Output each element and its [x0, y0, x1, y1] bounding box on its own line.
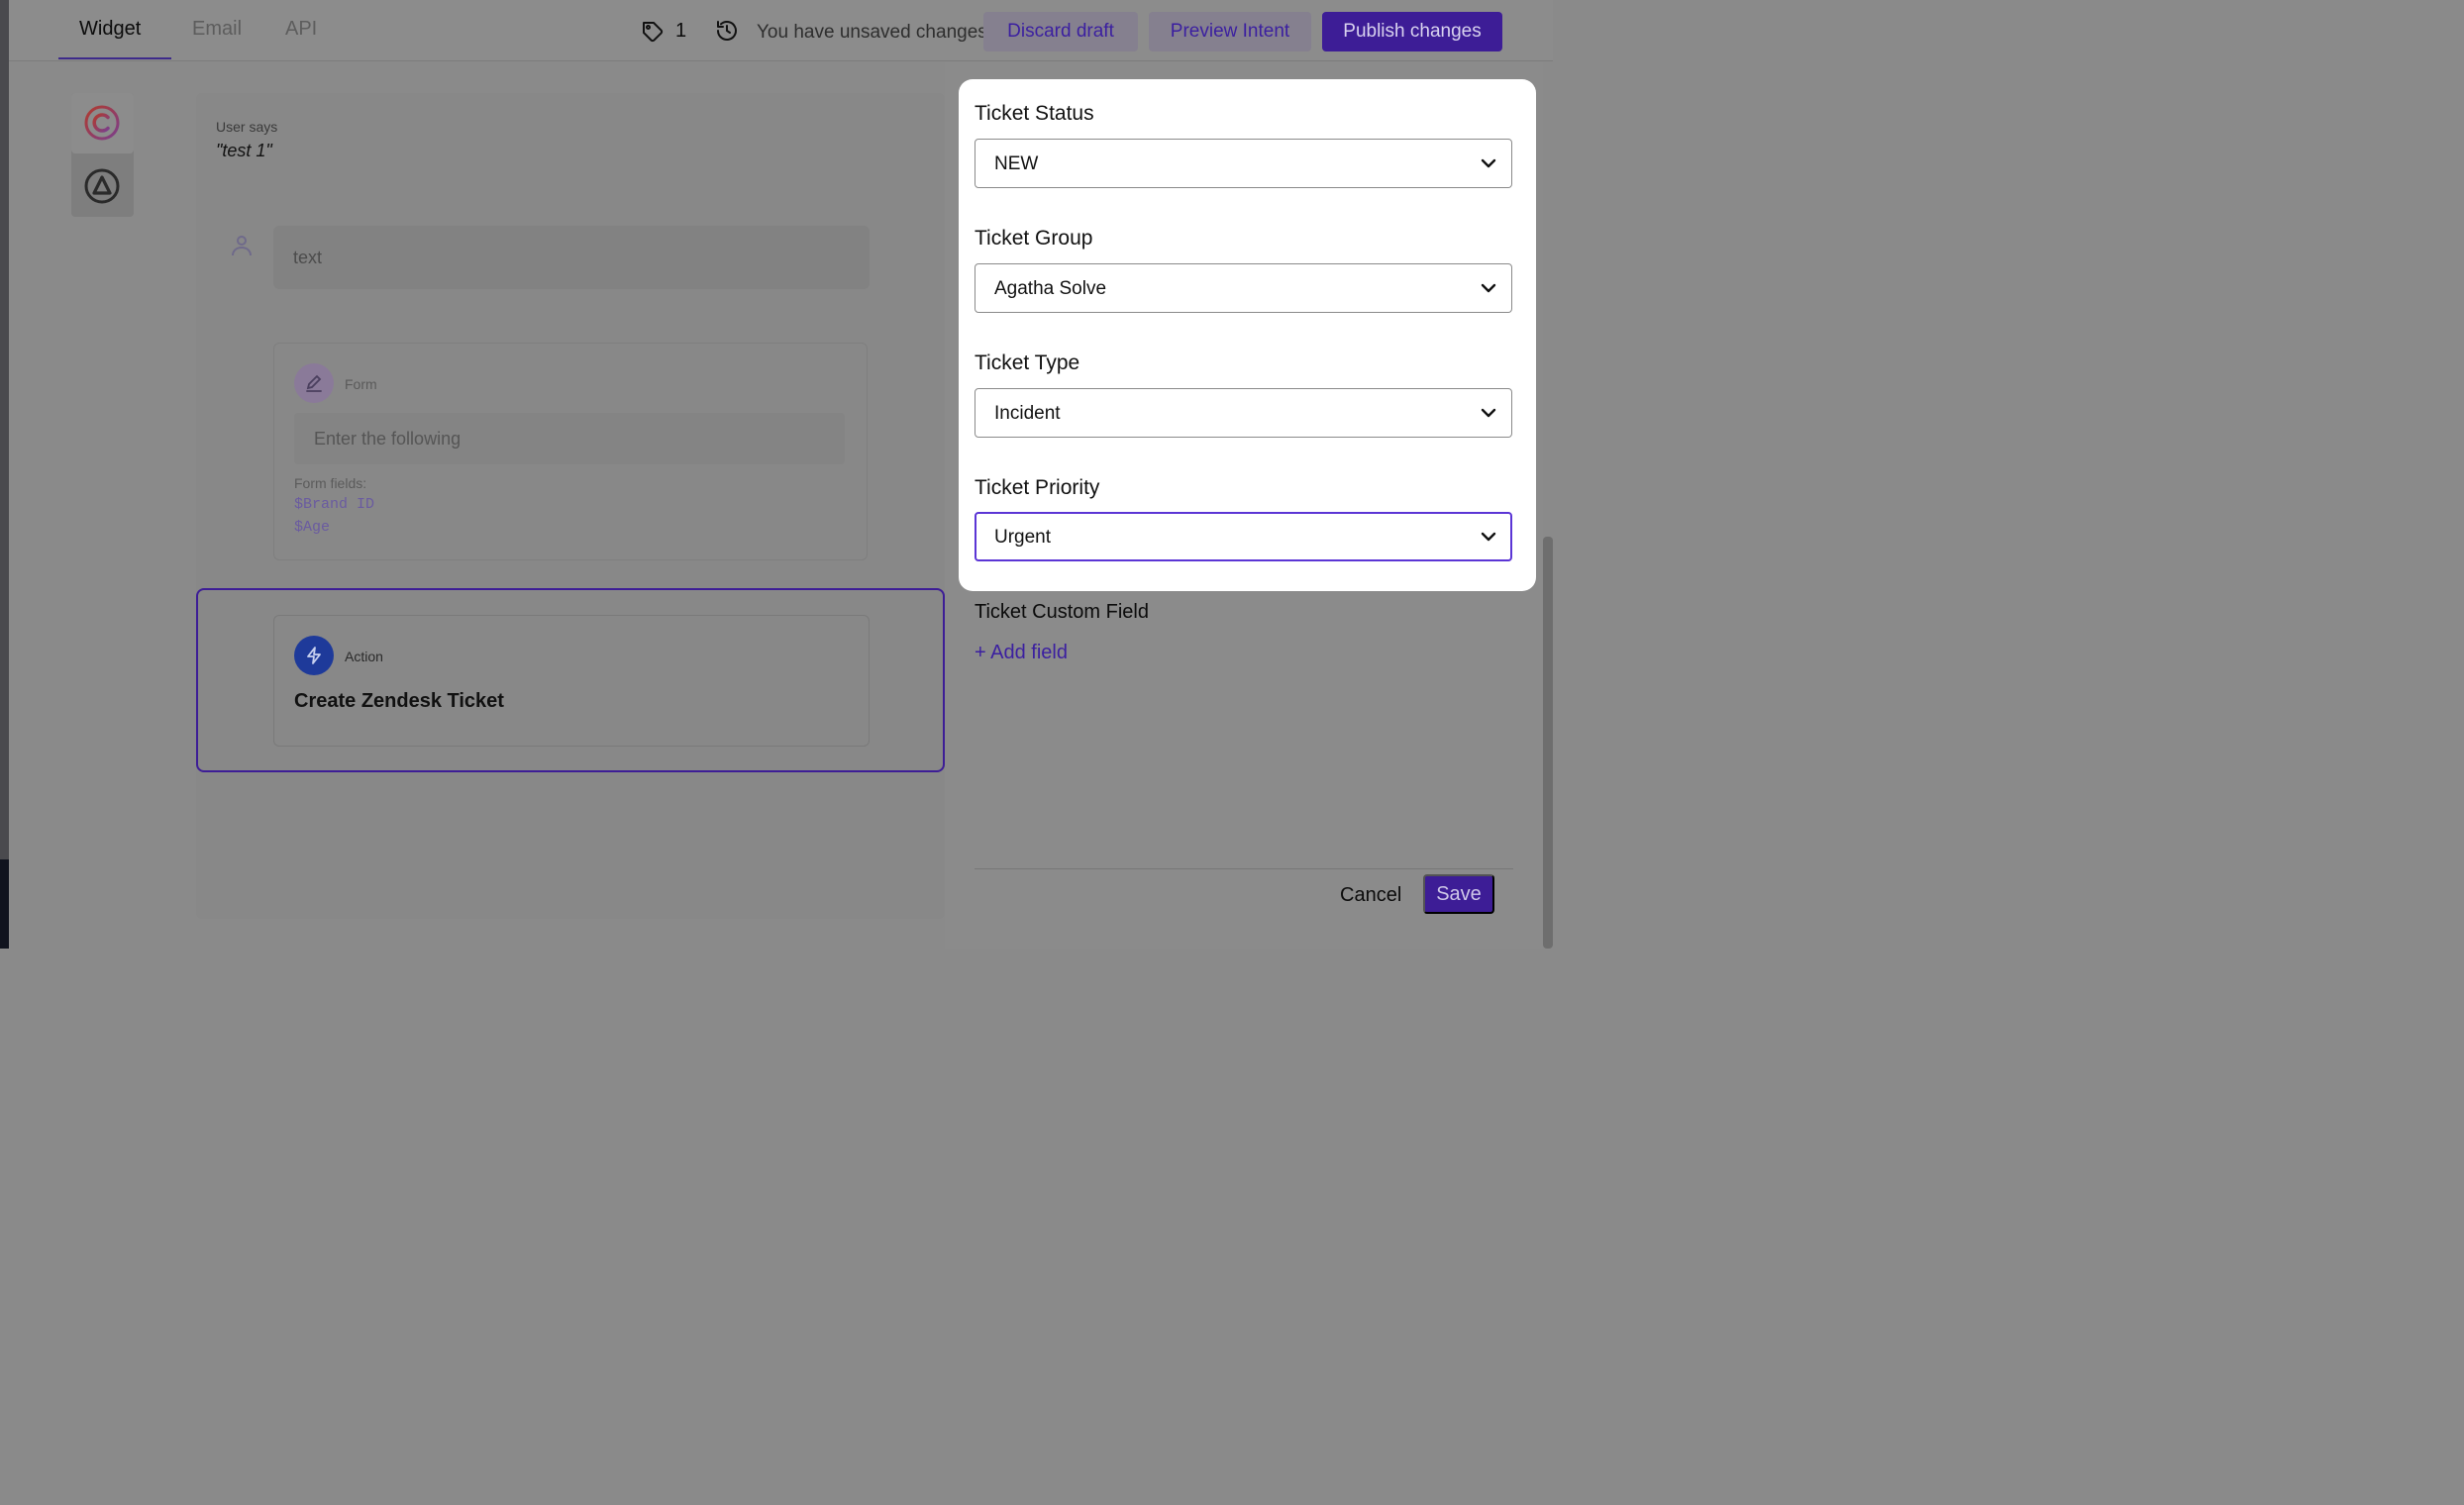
ticket-group-select[interactable]: Agatha Solve — [975, 263, 1512, 313]
form-prompt-field: Enter the following — [294, 413, 845, 464]
unsaved-changes-text: You have unsaved changes — [757, 22, 987, 43]
user-says-text: "test 1" — [216, 141, 272, 160]
form-prompt-text: Enter the following — [314, 429, 462, 449]
window-edge-dark — [0, 859, 9, 949]
form-field-item: $Brand ID — [294, 496, 375, 513]
chevron-down-icon — [1481, 532, 1496, 542]
ticket-fields-popup: Ticket Status NEW Ticket Group Agatha So… — [959, 79, 1536, 591]
text-message-bubble[interactable]: text — [273, 226, 870, 289]
ticket-type-value: Incident — [994, 403, 1061, 424]
action-step-selected[interactable]: Action Create Zendesk Ticket — [196, 588, 945, 772]
save-button[interactable]: Save — [1423, 874, 1494, 914]
ticket-group-label: Ticket Group — [975, 227, 1093, 250]
action-step-label: Action — [345, 649, 383, 664]
lightning-icon — [294, 636, 334, 675]
ticket-type-select[interactable]: Incident — [975, 388, 1512, 438]
discard-draft-button[interactable]: Discard draft — [983, 12, 1138, 51]
top-bar: Widget Email API 1 You have unsaved chan… — [9, 0, 1553, 61]
active-tab-underline — [58, 57, 171, 59]
history-icon[interactable] — [715, 19, 739, 43]
ticket-priority-label: Ticket Priority — [975, 476, 1100, 499]
text-message: text — [293, 248, 323, 267]
preview-intent-button[interactable]: Preview Intent — [1149, 12, 1311, 51]
ticket-status-select[interactable]: NEW — [975, 139, 1512, 188]
form-field-item: $Age — [294, 519, 331, 536]
tab-api[interactable]: API — [285, 18, 317, 41]
ticket-status-value: NEW — [994, 153, 1039, 174]
ticket-priority-select[interactable]: Urgent — [975, 512, 1512, 561]
panel-scrollbar[interactable] — [1543, 537, 1553, 949]
ticket-group-value: Agatha Solve — [994, 278, 1107, 299]
add-field-link[interactable]: + Add field — [975, 642, 1068, 664]
ticket-status-label: Ticket Status — [975, 102, 1094, 125]
window-edge — [0, 0, 9, 949]
form-step-label: Form — [345, 376, 377, 392]
tab-email[interactable]: Email — [192, 18, 242, 41]
ticket-type-label: Ticket Type — [975, 351, 1080, 374]
tab-widget[interactable]: Widget — [79, 18, 141, 41]
brand-c-icon[interactable] — [83, 104, 121, 142]
channel-sidebar — [71, 93, 134, 217]
ticket-priority-value: Urgent — [994, 527, 1052, 548]
person-icon — [232, 236, 252, 256]
action-step-title: Create Zendesk Ticket — [294, 690, 504, 712]
form-fields-label: Form fields: — [294, 475, 367, 491]
panel-footer-divider — [975, 868, 1513, 869]
ticket-custom-field-label: Ticket Custom Field — [975, 601, 1149, 623]
chevron-down-icon — [1481, 408, 1496, 418]
chevron-down-icon — [1481, 158, 1496, 168]
pencil-icon — [294, 363, 334, 403]
action-step-card[interactable]: Action Create Zendesk Ticket — [273, 615, 870, 747]
tag-count: 1 — [675, 20, 687, 42]
user-says-label: User says — [216, 119, 278, 135]
tag-icon[interactable] — [641, 20, 665, 44]
form-step-card[interactable]: Form Enter the following Form fields: $B… — [273, 343, 868, 560]
publish-changes-button[interactable]: Publish changes — [1322, 12, 1502, 51]
chevron-down-icon — [1481, 283, 1496, 293]
cancel-button[interactable]: Cancel — [1340, 884, 1401, 907]
triangle-logo-icon[interactable] — [83, 167, 121, 205]
